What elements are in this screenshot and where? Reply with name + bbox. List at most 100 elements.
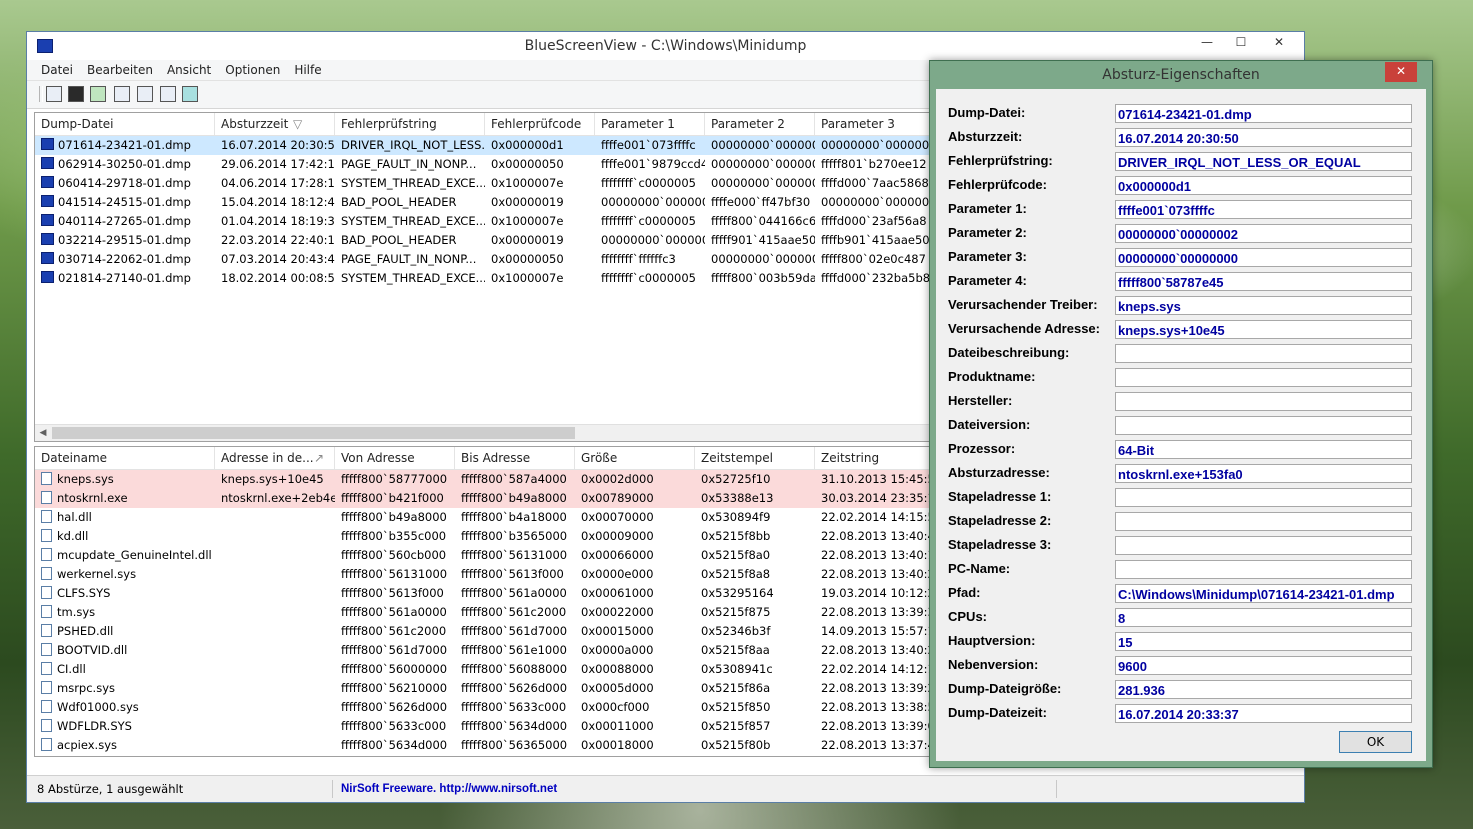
cell-text: 31.10.2013 15:45:52 [821,472,930,486]
property-value-field[interactable]: 16.07.2014 20:30:50 [1115,128,1412,147]
crash-list[interactable]: Dump-Datei Absturzzeit ▽ Fehlerprüfstring… [34,112,931,442]
maximize-button[interactable]: ☐ [1225,32,1257,54]
property-value-field[interactable]: 281.936 [1115,680,1412,699]
properties-icon[interactable] [137,86,153,102]
col-groesse[interactable]: Größe [575,447,695,469]
property-value-field[interactable]: kneps.sys [1115,296,1412,315]
driver-row[interactable]: WDFLDR.SYS fffff800`5633c000 fffff800`5634… [35,717,930,736]
property-value-field[interactable]: 8 [1115,608,1412,627]
col-bis-adresse[interactable]: Bis Adresse [455,447,575,469]
menu-datei[interactable]: Datei [34,60,80,80]
dialog-title[interactable]: Absturz-Eigenschaften [930,61,1432,89]
property-value-field[interactable] [1115,512,1412,531]
driver-row[interactable]: tm.sys fffff800`561a0000 fffff800`561c2000… [35,603,930,622]
col-parameter-2[interactable]: Parameter 2 [705,113,815,135]
property-value-field[interactable]: C:\Windows\Minidump\071614-23421-01.dmp [1115,584,1412,603]
html-report-icon[interactable] [46,86,62,102]
driver-cell: 22.08.2013 13:37:47 [815,736,930,755]
col-adresse-in-stack[interactable]: Adresse in de... ↗ [215,447,335,469]
dialog-close-button[interactable]: ✕ [1385,62,1417,82]
driver-row[interactable]: CLFS.SYS fffff800`5613f000 fffff800`561a00… [35,584,930,603]
crash-row[interactable]: 071614-23421-01.dmp 16.07.2014 20:30:50 DR… [35,136,930,155]
minimize-button[interactable]: — [1191,32,1223,54]
status-nirsoft-link[interactable]: NirSoft Freeware. http://www.nirsoft.net [337,780,1057,798]
property-value-field[interactable] [1115,392,1412,411]
menu-hilfe[interactable]: Hilfe [287,60,328,80]
driver-row[interactable]: werkernel.sys fffff800`56131000 fffff800`5… [35,565,930,584]
driver-row[interactable]: PSHED.dll fffff800`561c2000 fffff800`561d7… [35,622,930,641]
driver-row[interactable]: msrpc.sys fffff800`56210000 fffff800`5626d… [35,679,930,698]
exit-icon[interactable] [182,86,198,102]
col-von-adresse[interactable]: Von Adresse [335,447,455,469]
property-value-field[interactable]: 071614-23421-01.dmp [1115,104,1412,123]
driver-row[interactable]: kd.dll fffff800`b355c000 fffff800`b3565000… [35,527,930,546]
property-value-field[interactable] [1115,560,1412,579]
menu-bearbeiten[interactable]: Bearbeiten [80,60,160,80]
crash-row[interactable]: 060414-29718-01.dmp 04.06.2014 17:28:14 SY… [35,174,930,193]
col-zeitstempel[interactable]: Zeitstempel [695,447,815,469]
col-parameter-1[interactable]: Parameter 1 [595,113,705,135]
scroll-left-icon[interactable]: ◀ [35,425,51,441]
col-dump-datei[interactable]: Dump-Datei [35,113,215,135]
crash-row[interactable]: 032214-29515-01.dmp 22.03.2014 22:40:18 BA… [35,231,930,250]
driver-cell: 19.03.2014 10:12:20 [815,584,930,603]
driver-cell: 0x52725f10 [695,470,815,489]
col-absturzzeit[interactable]: Absturzzeit ▽ [215,113,335,135]
property-label: Dump-Dateizeit: [948,705,1047,720]
driver-row[interactable]: kneps.sys kneps.sys+10e45 fffff800`5877700… [35,470,930,489]
crash-row[interactable]: 041514-24515-01.dmp 15.04.2014 18:12:45 BA… [35,193,930,212]
col-parameter-3[interactable]: Parameter 3 [815,113,930,135]
cell-text: 0x1000007e [491,271,564,285]
property-value-field[interactable]: 16.07.2014 20:33:37 [1115,704,1412,723]
crash-list-scrollbar[interactable]: ◀ [35,424,930,441]
driver-row[interactable]: ntoskrnl.exe ntoskrnl.exe+2eb4e4 fffff800`… [35,489,930,508]
property-value-field[interactable]: kneps.sys+10e45 [1115,320,1412,339]
property-value-field[interactable]: ntoskrnl.exe+153fa0 [1115,464,1412,483]
property-value-field[interactable] [1115,536,1412,555]
property-value-field[interactable]: ffffe001`073ffffc [1115,200,1412,219]
property-value-field[interactable] [1115,488,1412,507]
col-dateiname[interactable]: Dateiname [35,447,215,469]
property-value-field[interactable]: 0x000000d1 [1115,176,1412,195]
property-value-field[interactable]: 15 [1115,632,1412,651]
crash-cell: ffffffff`ffffffc3 [595,250,705,269]
refresh-icon[interactable] [90,86,106,102]
cell-text: BOOTVID.dll [57,643,128,657]
driver-row[interactable]: CI.dll fffff800`56000000 fffff800`56088000… [35,660,930,679]
menu-optionen[interactable]: Optionen [218,60,287,80]
property-value-field[interactable] [1115,416,1412,435]
property-value-field[interactable] [1115,344,1412,363]
driver-row[interactable]: Wdf01000.sys fffff800`5626d000 fffff800`56… [35,698,930,717]
property-value-field[interactable]: 00000000`00000000 [1115,248,1412,267]
property-value-field[interactable]: 00000000`00000002 [1115,224,1412,243]
col-zeitstring[interactable]: Zeitstring [815,447,930,469]
driver-file-icon [41,548,52,561]
property-value-field[interactable]: 9600 [1115,656,1412,675]
property-label: Fehlerprüfcode: [948,177,1047,192]
find-icon[interactable] [160,86,176,102]
menu-ansicht[interactable]: Ansicht [160,60,218,80]
crash-row[interactable]: 021814-27140-01.dmp 18.02.2014 00:08:57 SY… [35,269,930,288]
copy-icon[interactable] [114,86,130,102]
property-value-field[interactable]: DRIVER_IRQL_NOT_LESS_OR_EQUAL [1115,152,1412,171]
property-value-field[interactable]: fffff800`58787e45 [1115,272,1412,291]
crash-row[interactable]: 040114-27265-01.dmp 01.04.2014 18:19:37 SY… [35,212,930,231]
scroll-thumb[interactable] [52,427,575,439]
window-titlebar[interactable]: BlueScreenView - C:\Windows\Minidump — ☐… [27,32,1304,60]
col-fehlerpruefcode[interactable]: Fehlerprüfcode [485,113,595,135]
property-value-field[interactable]: 64-Bit [1115,440,1412,459]
driver-row[interactable]: acpiex.sys fffff800`5634d000 fffff800`5636… [35,736,930,755]
crash-row[interactable]: 062914-30250-01.dmp 29.06.2014 17:42:13 PA… [35,155,930,174]
driver-row[interactable]: BOOTVID.dll fffff800`561d7000 fffff800`561… [35,641,930,660]
cell-text: 032214-29515-01.dmp [58,233,191,247]
driver-row[interactable]: hal.dll fffff800`b49a8000 fffff800`b4a1800… [35,508,930,527]
close-button[interactable]: ✕ [1263,32,1295,54]
driver-row[interactable]: mcupdate_GenuineIntel.dll fffff800`560cb0… [35,546,930,565]
col-fehlerpruefstring[interactable]: Fehlerprüfstring [335,113,485,135]
crash-row[interactable]: 030714-22062-01.dmp 07.03.2014 20:43:49 PA… [35,250,930,269]
ok-button[interactable]: OK [1339,731,1412,753]
property-label: Absturzadresse: [948,465,1050,480]
save-icon[interactable] [68,86,84,102]
property-value-field[interactable] [1115,368,1412,387]
driver-list[interactable]: Dateiname Adresse in de... ↗ Von Adresse … [34,446,931,757]
